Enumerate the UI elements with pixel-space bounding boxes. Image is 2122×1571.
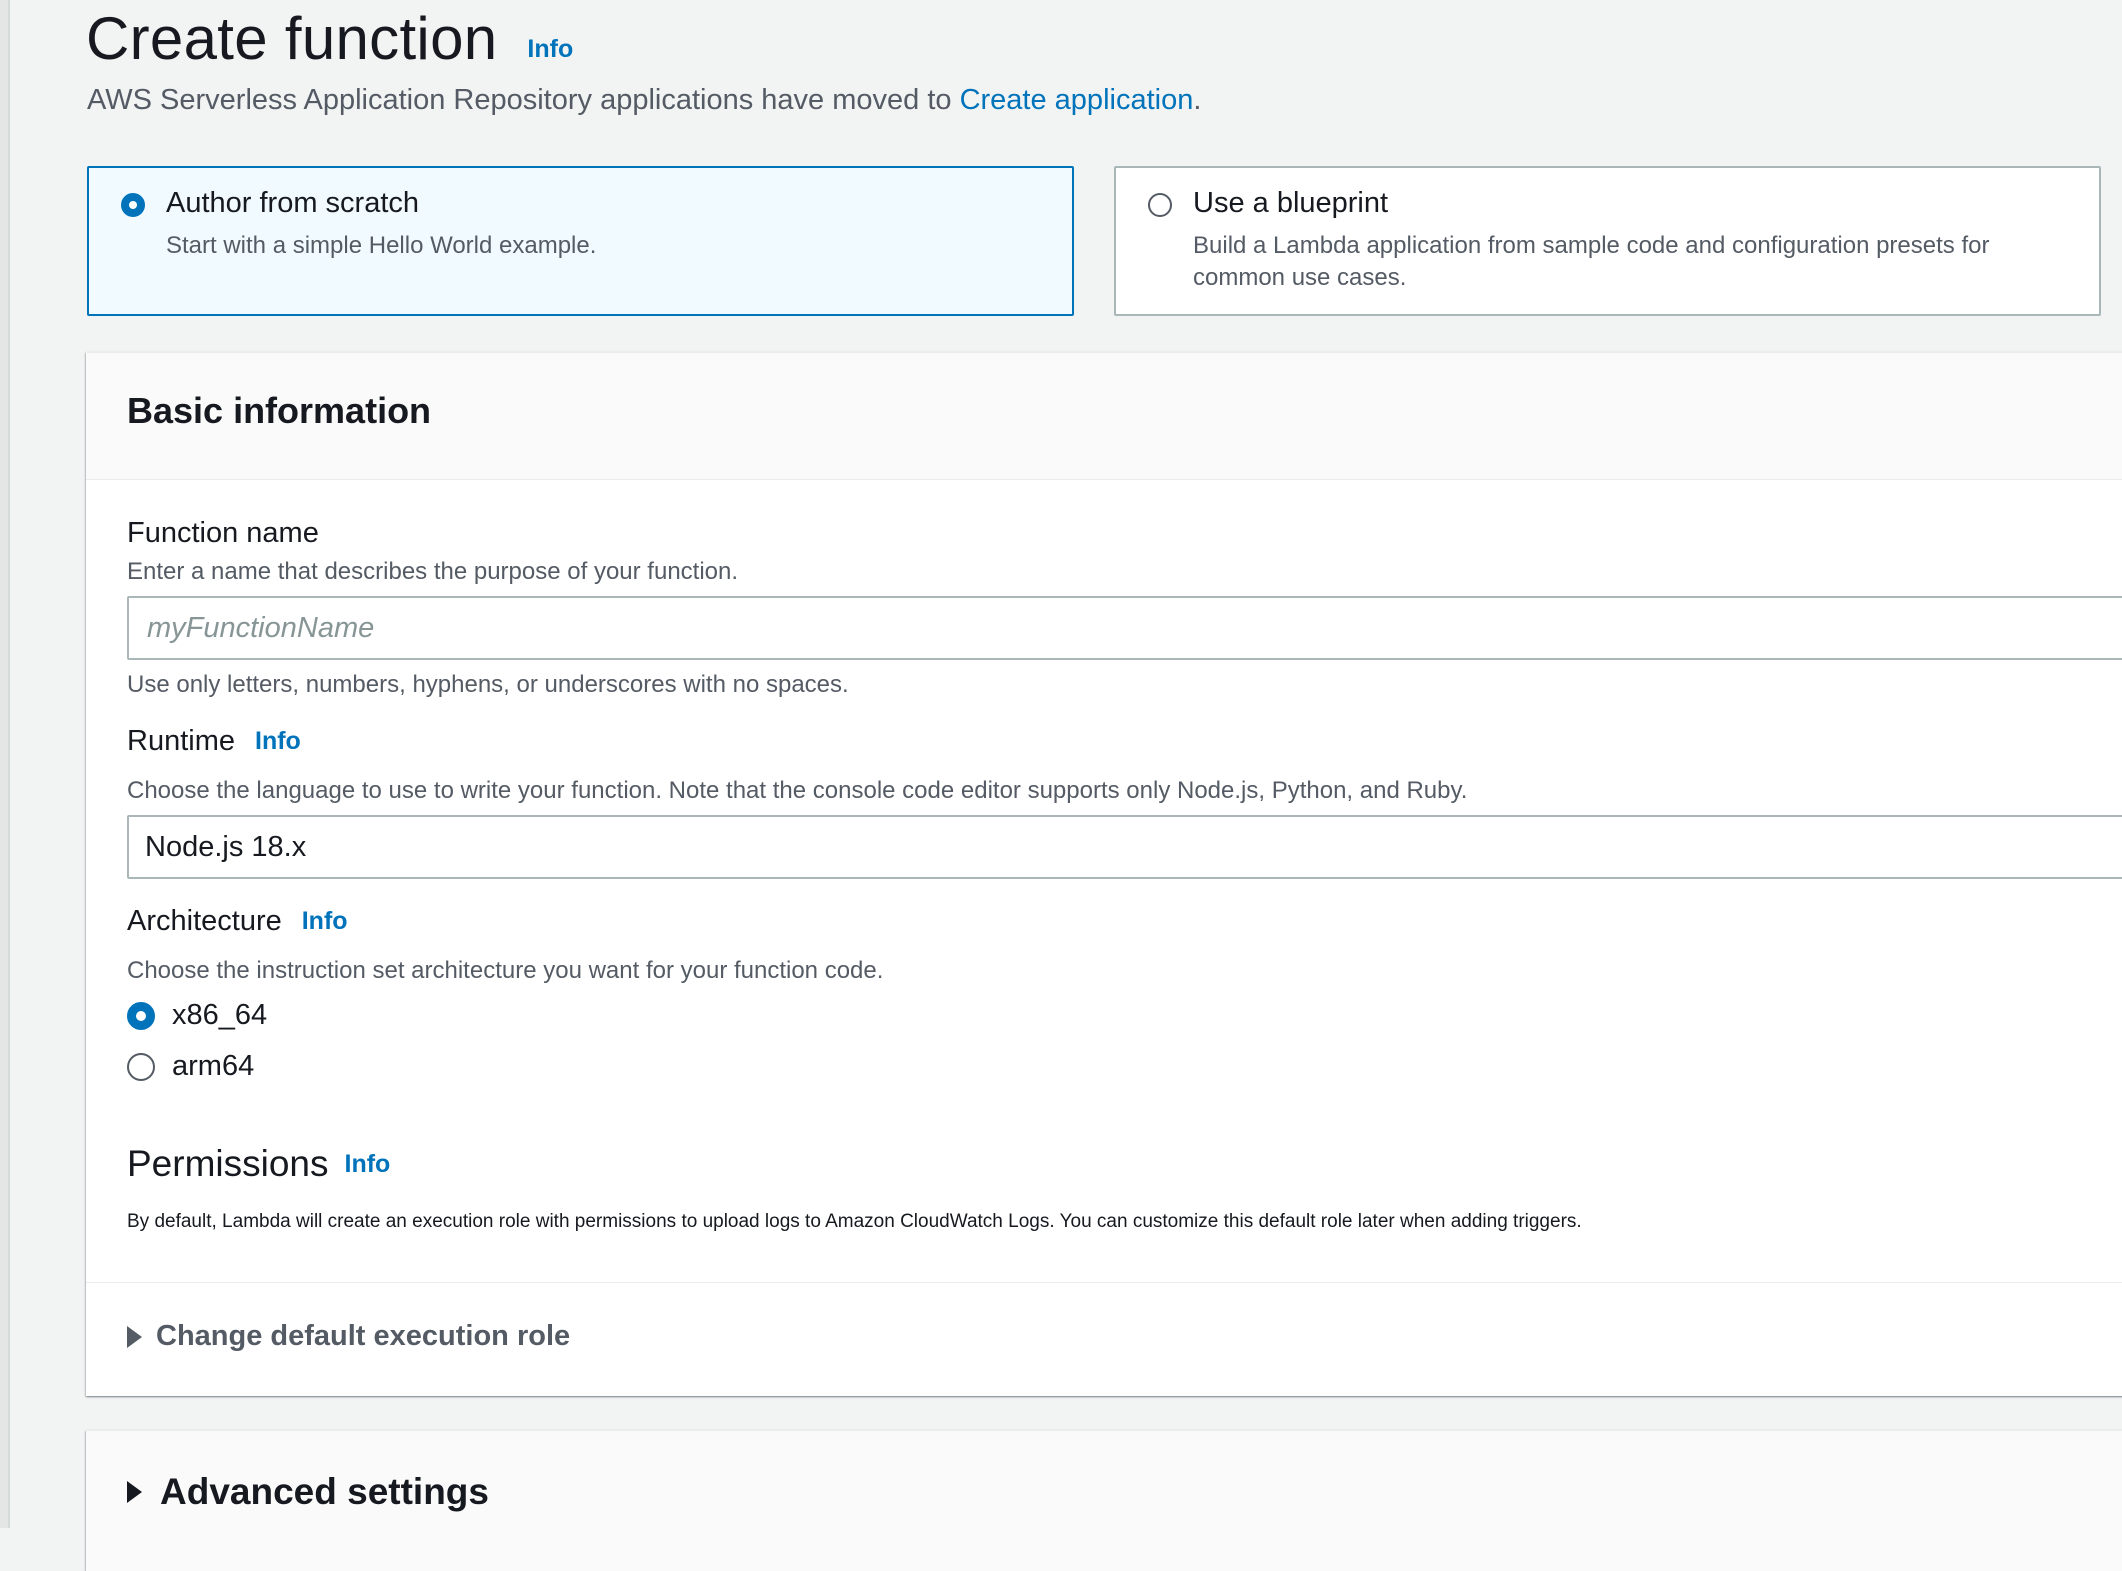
architecture-description: Choose the instruction set architecture … bbox=[127, 957, 884, 984]
permissions-title: Permissions bbox=[127, 1143, 329, 1184]
option-author-from-scratch[interactable]: Author from scratch Start with a simple … bbox=[87, 166, 1074, 316]
architecture-option-x86-64[interactable]: x86_64 bbox=[127, 999, 267, 1032]
runtime-label: Runtime Info bbox=[127, 725, 301, 758]
function-name-description: Enter a name that describes the purpose … bbox=[127, 558, 739, 585]
runtime-selected-value: Node.js 18.x bbox=[145, 830, 307, 863]
architecture-option-label: arm64 bbox=[172, 1050, 255, 1082]
create-application-link[interactable]: Create application bbox=[960, 84, 1194, 116]
left-edge-rule bbox=[0, 0, 10, 1528]
runtime-select[interactable]: Node.js 18.x bbox=[127, 815, 2122, 879]
page-title: Create function bbox=[86, 4, 498, 72]
option-use-a-blueprint[interactable]: Use a blueprint Build a Lambda applicati… bbox=[1114, 166, 2101, 316]
caret-right-icon bbox=[127, 1481, 142, 1503]
architecture-option-arm64[interactable]: arm64 bbox=[127, 1050, 254, 1083]
subtitle-period: . bbox=[1193, 84, 1202, 116]
section-divider bbox=[86, 1282, 2122, 1283]
x86-64-radio-icon[interactable] bbox=[127, 1001, 155, 1030]
option-title: Use a blueprint bbox=[1193, 187, 1389, 219]
runtime-info-link[interactable]: Info bbox=[255, 727, 301, 756]
expander-label: Change default execution role bbox=[156, 1320, 571, 1352]
advanced-settings-expander[interactable]: Advanced settings bbox=[127, 1471, 489, 1513]
page-subtitle: AWS Serverless Application Repository ap… bbox=[87, 84, 1201, 117]
permissions-heading: Permissions Info bbox=[127, 1143, 390, 1185]
architecture-label-text: Architecture bbox=[127, 905, 282, 937]
runtime-description: Choose the language to use to write your… bbox=[127, 777, 1468, 804]
option-description: Start with a simple Hello World example. bbox=[166, 232, 597, 259]
option-description: Build a Lambda application from sample c… bbox=[1193, 232, 1990, 291]
panel-heading: Basic information bbox=[127, 390, 432, 431]
subtitle-text: AWS Serverless Application Repository ap… bbox=[87, 84, 960, 116]
author-radio-icon[interactable] bbox=[121, 193, 145, 217]
title-info-link[interactable]: Info bbox=[527, 35, 573, 64]
option-title: Author from scratch bbox=[166, 187, 420, 219]
permissions-info-link[interactable]: Info bbox=[345, 1150, 391, 1179]
architecture-label: Architecture Info bbox=[127, 905, 348, 938]
caret-right-icon bbox=[127, 1325, 142, 1348]
architecture-option-label: x86_64 bbox=[172, 999, 268, 1031]
function-name-hint: Use only letters, numbers, hyphens, or u… bbox=[127, 671, 849, 698]
change-default-execution-role-expander[interactable]: Change default execution role bbox=[127, 1320, 570, 1353]
architecture-info-link[interactable]: Info bbox=[302, 907, 348, 936]
runtime-label-text: Runtime bbox=[127, 725, 235, 757]
function-name-input[interactable] bbox=[145, 610, 2122, 646]
expander-label: Advanced settings bbox=[160, 1471, 489, 1512]
blueprint-radio-icon[interactable] bbox=[1148, 193, 1172, 217]
basic-information-panel: Basic information Function name Enter a … bbox=[86, 352, 2122, 1396]
function-name-field[interactable] bbox=[127, 596, 2122, 660]
function-name-label-text: Function name bbox=[127, 517, 319, 549]
arm64-radio-icon[interactable] bbox=[127, 1052, 155, 1081]
permissions-description: By default, Lambda will create an execut… bbox=[127, 1211, 1582, 1232]
advanced-settings-panel: Advanced settings bbox=[86, 1430, 2122, 1571]
page-header: Create function Info bbox=[86, 0, 573, 76]
panel-header: Basic information bbox=[86, 353, 2122, 480]
function-name-label: Function name bbox=[127, 517, 319, 550]
